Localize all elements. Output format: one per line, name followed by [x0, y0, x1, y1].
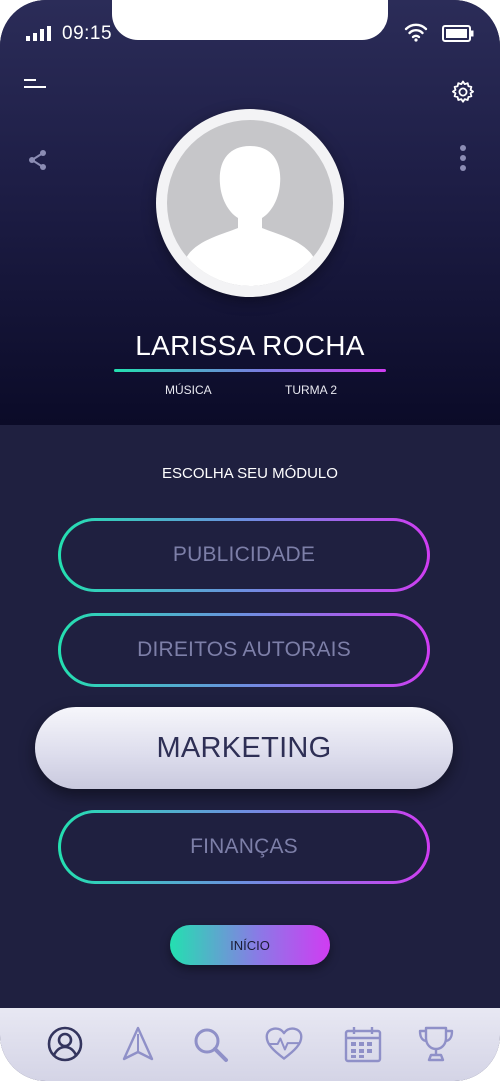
- phone-screen: 09:15 LARISSA ROCHA MÚSICA TURMA 2 ESCOL…: [0, 0, 500, 1081]
- calendar-icon[interactable]: [343, 1024, 383, 1064]
- heart-pulse-icon[interactable]: [264, 1024, 304, 1064]
- module-button-direitos-autorais[interactable]: DIREITOS AUTORAIS: [58, 613, 430, 687]
- module-button-marketing[interactable]: MARKETING: [35, 707, 453, 789]
- profile-icon[interactable]: [45, 1024, 85, 1064]
- navigation-icon[interactable]: [118, 1024, 158, 1064]
- avatar[interactable]: [156, 109, 344, 297]
- menu-icon[interactable]: [24, 78, 46, 90]
- profile-name: LARISSA ROCHA: [135, 330, 365, 361]
- module-label: DIREITOS AUTORAIS: [137, 638, 351, 661]
- profile-course: MÚSICA: [165, 383, 212, 397]
- share-icon[interactable]: [27, 149, 49, 171]
- tab-bar: [0, 1008, 500, 1081]
- device-notch: [112, 0, 388, 40]
- user-silhouette-icon: [186, 146, 314, 286]
- signal-icon: [26, 26, 51, 41]
- trophy-icon[interactable]: [416, 1024, 456, 1064]
- gear-icon[interactable]: [450, 79, 476, 105]
- module-button-fill: FINANÇAS: [61, 813, 427, 881]
- module-label: FINANÇAS: [190, 835, 298, 858]
- profile-class: TURMA 2: [285, 383, 338, 397]
- modules-title: ESCOLHA SEU MÓDULO: [162, 465, 338, 482]
- module-button-financas[interactable]: FINANÇAS: [58, 810, 430, 884]
- module-label: MARKETING: [156, 731, 332, 764]
- module-button-fill: DIREITOS AUTORAIS: [61, 616, 427, 684]
- wifi-icon: [404, 23, 428, 42]
- more-vertical-icon[interactable]: [458, 144, 468, 174]
- status-time: 09:15: [62, 23, 113, 44]
- profile-header: 09:15 LARISSA ROCHA MÚSICA TURMA 2: [0, 0, 500, 425]
- module-button-fill: PUBLICIDADE: [61, 521, 427, 589]
- battery-icon: [442, 25, 474, 42]
- module-label: PUBLICIDADE: [172, 543, 316, 566]
- start-button[interactable]: INÍCIO: [170, 925, 330, 965]
- avatar-placeholder: [167, 120, 333, 286]
- name-underline: [114, 369, 386, 372]
- module-button-publicidade[interactable]: PUBLICIDADE: [58, 518, 430, 592]
- search-icon[interactable]: [190, 1024, 230, 1064]
